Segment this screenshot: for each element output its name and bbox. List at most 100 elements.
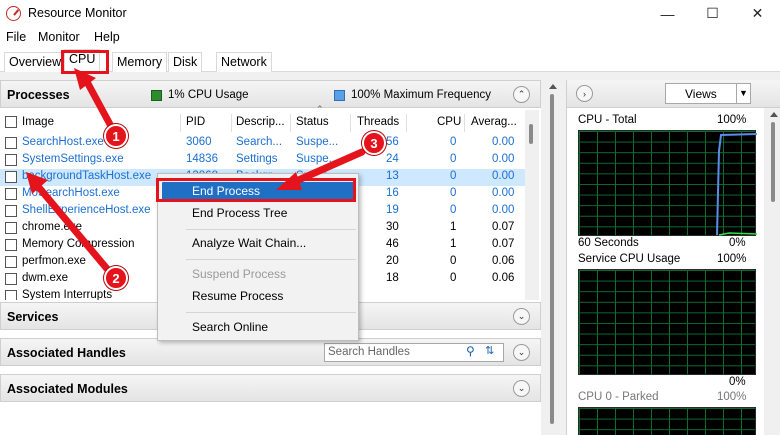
handles-header[interactable]: Associated Handles Search Handles ⚲ ⇅ ⌄ (0, 338, 541, 366)
row-checkbox[interactable] (5, 188, 17, 200)
cpu-usage-legend-icon (151, 90, 162, 101)
row-checkbox[interactable] (5, 137, 17, 149)
minimize-button[interactable]: — (645, 0, 690, 27)
col-cpu[interactable]: CPU (437, 116, 461, 134)
table-row[interactable]: SystemSettings.exe 14836 Settings Suspe.… (0, 152, 525, 169)
cell-image: SearchHost.exe (22, 136, 104, 148)
suspend-process-item: Suspend Process (192, 267, 287, 281)
scrollbar-thumb[interactable] (529, 124, 533, 144)
col-separator (464, 114, 465, 132)
cell-avg: 0.00 (492, 136, 515, 148)
cell-avg: 0.07 (492, 221, 515, 233)
processes-header[interactable]: Processes 1% CPU Usage 100% Maximum Freq… (0, 80, 541, 108)
row-checkbox[interactable] (5, 154, 17, 166)
row-checkbox[interactable] (5, 239, 17, 251)
cell-image: Memory Compression (22, 238, 135, 250)
cell-avg: 0.00 (492, 170, 515, 182)
graph-pane-header: › Views ▼ (567, 80, 780, 108)
cell-avg: 0.06 (492, 272, 515, 284)
cell-cpu: 0 (450, 136, 457, 148)
menu-file[interactable]: File (6, 30, 26, 44)
menu-monitor[interactable]: Monitor (38, 30, 80, 44)
menu-help[interactable]: Help (94, 30, 120, 44)
cpu-total-line (716, 133, 757, 236)
chevron-up-icon[interactable]: ⌃ (513, 86, 530, 103)
tab-memory[interactable]: Memory (112, 52, 168, 72)
scrollbar-thumb[interactable] (771, 122, 775, 202)
col-separator (231, 114, 232, 132)
chevron-down-icon[interactable]: ⌄ (513, 380, 530, 397)
services-title: Services (7, 310, 59, 324)
cell-threads: 20 (386, 255, 399, 267)
handles-title: Associated Handles (7, 346, 126, 360)
col-image[interactable]: Image (22, 116, 54, 134)
service-cpu-label: Service CPU Usage (578, 253, 681, 265)
tab-network[interactable]: Network (216, 52, 272, 72)
row-checkbox[interactable] (5, 171, 17, 183)
cell-cpu: 0 (450, 255, 457, 267)
cell-desc: Search... (236, 136, 283, 148)
window-title: Resource Monitor (28, 6, 127, 20)
row-checkbox[interactable] (5, 256, 17, 268)
cell-image: ShellExperienceHost.exe (22, 204, 151, 216)
service-cpu-min: 0% (729, 376, 746, 388)
cell-avg: 0.00 (492, 204, 515, 216)
cell-status: Suspe... (296, 136, 339, 148)
row-checkbox[interactable] (5, 205, 17, 217)
end-process-highlight-box (156, 178, 356, 202)
cell-threads: 56 (386, 136, 399, 148)
cell-image: SystemSettings.exe (22, 153, 124, 165)
main-scrollbar[interactable] (542, 80, 562, 435)
modules-header[interactable]: Associated Modules ⌄ (0, 374, 541, 402)
refresh-icon[interactable]: ⇅ (485, 344, 494, 357)
col-status[interactable]: Status (296, 116, 329, 134)
cpu0-parked-max: 100% (717, 391, 747, 403)
chevron-down-icon[interactable]: ⌄ (513, 308, 530, 325)
table-row[interactable]: SearchHost.exe 3060 Search... Suspe... 5… (0, 135, 525, 152)
cell-threads: 18 (386, 272, 399, 284)
cell-threads: 19 (386, 204, 399, 216)
cpu-total-label: CPU - Total (578, 114, 637, 126)
max-frequency-legend-icon (334, 90, 345, 101)
row-checkbox[interactable] (5, 273, 17, 285)
views-label: Views (685, 87, 717, 101)
search-icon[interactable]: ⚲ (466, 344, 475, 358)
col-separator (290, 114, 291, 132)
search-handles-input[interactable]: Search Handles (324, 343, 504, 362)
close-button[interactable]: ✕ (735, 0, 780, 27)
col-description[interactable]: Descrip... (236, 116, 285, 134)
cpu-total-graph (578, 130, 757, 236)
chevron-down-icon[interactable]: ⌄ (513, 344, 530, 361)
tab-disk[interactable]: Disk (168, 52, 203, 72)
resume-process-item[interactable]: Resume Process (192, 289, 283, 303)
cell-image: chrome.exe (22, 221, 83, 233)
row-checkbox[interactable] (5, 290, 17, 300)
processes-title: Processes (7, 88, 70, 102)
menu-bar: File Monitor Help (0, 27, 780, 47)
menu-separator (186, 259, 356, 260)
col-pid[interactable]: PID (186, 116, 205, 134)
resource-monitor-icon (6, 6, 21, 21)
search-online-item[interactable]: Search Online (192, 320, 268, 334)
cell-image: dwm.exe (22, 272, 69, 284)
scroll-up-icon[interactable] (549, 84, 557, 89)
cell-image: perfmon.exe (22, 255, 86, 267)
end-process-tree-item[interactable]: End Process Tree (192, 206, 287, 220)
select-all-checkbox[interactable] (5, 116, 17, 128)
maximize-button[interactable]: ☐ (690, 0, 735, 27)
cell-cpu: 0 (450, 272, 457, 284)
graph-scrollbar[interactable] (764, 108, 780, 435)
process-scrollbar[interactable] (525, 110, 539, 300)
scrollbar-thumb[interactable] (550, 94, 554, 424)
row-checkbox[interactable] (5, 222, 17, 234)
views-dropdown[interactable]: Views ▼ (665, 83, 751, 104)
scroll-up-icon[interactable] (770, 112, 778, 117)
chevron-right-icon[interactable]: › (576, 85, 593, 102)
analyze-wait-chain-item[interactable]: Analyze Wait Chain... (192, 236, 306, 250)
cell-threads: 16 (386, 187, 399, 199)
tab-overview[interactable]: Overview (4, 52, 67, 72)
dropdown-arrow-icon[interactable]: ▼ (736, 84, 750, 103)
col-average[interactable]: Averag... (471, 116, 517, 134)
graph-pane: › Views ▼ CPU - Total 100% 60 Seconds 0%… (566, 80, 780, 435)
cell-cpu: 0 (450, 153, 457, 165)
